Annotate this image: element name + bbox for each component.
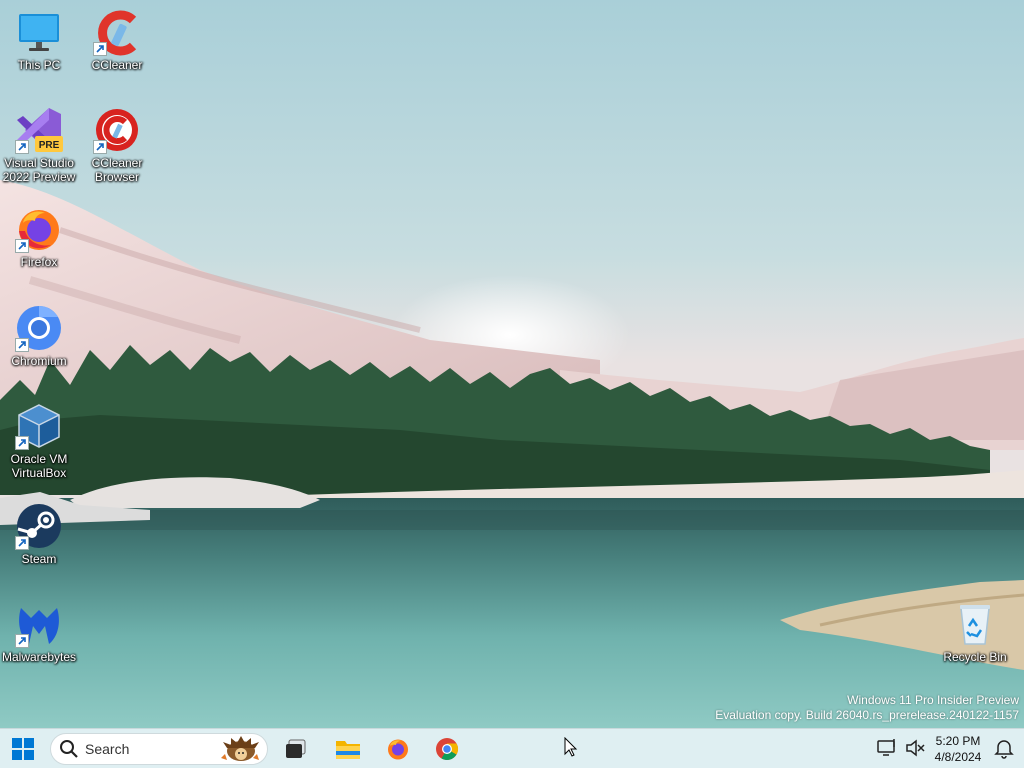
shortcut-arrow-icon [15, 634, 29, 648]
taskbar-firefox[interactable] [382, 733, 414, 765]
volume-muted-icon[interactable] [904, 737, 926, 759]
desktop-icon-ccleaner-browser[interactable]: CCleaner Browser [78, 106, 156, 184]
recycle-bin-icon [960, 605, 990, 645]
taskbar: Search 5:20 PM 4/8/2024 [0, 728, 1024, 768]
desktop-icon-steam[interactable]: Steam [0, 502, 78, 566]
desktop-icon-firefox[interactable]: Firefox [0, 205, 78, 269]
firefox-icon [388, 739, 408, 760]
taskbar-chrome[interactable] [431, 733, 463, 765]
desktop-icon-ccleaner[interactable]: CCleaner [78, 8, 156, 72]
taskbar-search-box[interactable]: Search [50, 733, 268, 765]
network-display-icon[interactable] [876, 737, 898, 759]
desktop-icon-recycle-bin[interactable]: Recycle Bin [936, 600, 1014, 664]
clock-date: 4/8/2024 [934, 750, 982, 764]
desktop-icon-visual-studio[interactable]: PRE Visual Studio 2022 Preview [0, 106, 78, 184]
desktop-icon-label: Visual Studio 2022 Preview [2, 156, 76, 184]
desktop-icon-label: CCleaner Browser [91, 156, 143, 184]
desktop-icon-chromium[interactable]: Chromium [0, 304, 78, 368]
shortcut-arrow-icon [15, 338, 29, 352]
taskbar-file-explorer[interactable] [332, 733, 364, 765]
desktop-icon-label: This PC [17, 58, 61, 72]
computer-monitor-icon [19, 14, 59, 51]
pre-badge: PRE [39, 140, 60, 151]
mouse-pointer-icon [564, 737, 578, 757]
shortcut-arrow-icon [15, 436, 29, 450]
desktop-icon-malwarebytes[interactable]: Malwarebytes [0, 600, 78, 664]
watermark-line-2: Evaluation copy. Build 26040.rs_prerelea… [715, 708, 1019, 722]
search-icon [60, 740, 78, 758]
notification-bell-icon[interactable] [993, 737, 1015, 759]
desktop-icon-this-pc[interactable]: This PC [0, 8, 78, 72]
desktop-icon-label: Steam [21, 552, 57, 566]
chrome-icon [436, 738, 458, 760]
search-placeholder: Search [85, 741, 130, 757]
clock-time: 5:20 PM [935, 734, 981, 748]
desktop[interactable]: This PC CCleaner PRE Visual Studio 2022 … [0, 0, 1024, 728]
shortcut-arrow-icon [93, 140, 107, 154]
shortcut-arrow-icon [15, 536, 29, 550]
search-highlight-hedgehog-icon [221, 736, 259, 761]
desktop-icon-label: Oracle VM VirtualBox [10, 452, 68, 480]
desktop-icon-label: Recycle Bin [943, 650, 1007, 664]
shortcut-arrow-icon [15, 140, 29, 154]
desktop-icon-label: Firefox [20, 255, 58, 269]
shortcut-arrow-icon [93, 42, 107, 56]
desktop-icon-label: CCleaner [91, 58, 143, 72]
file-explorer-icon [336, 741, 360, 759]
windows-logo-icon [12, 738, 34, 760]
desktop-icon-label: Chromium [11, 354, 67, 368]
shortcut-arrow-icon [15, 239, 29, 253]
desktop-icon-virtualbox[interactable]: Oracle VM VirtualBox [0, 402, 78, 480]
task-view-icon [286, 739, 306, 758]
taskbar-task-view[interactable] [280, 733, 312, 765]
evaluation-watermark: Windows 11 Pro Insider Preview Evaluatio… [715, 693, 1019, 723]
taskbar-clock[interactable]: 5:20 PM 4/8/2024 [928, 733, 988, 765]
watermark-line-1: Windows 11 Pro Insider Preview [847, 693, 1019, 707]
start-button[interactable] [7, 733, 39, 765]
desktop-icon-label: Malwarebytes [1, 650, 77, 664]
